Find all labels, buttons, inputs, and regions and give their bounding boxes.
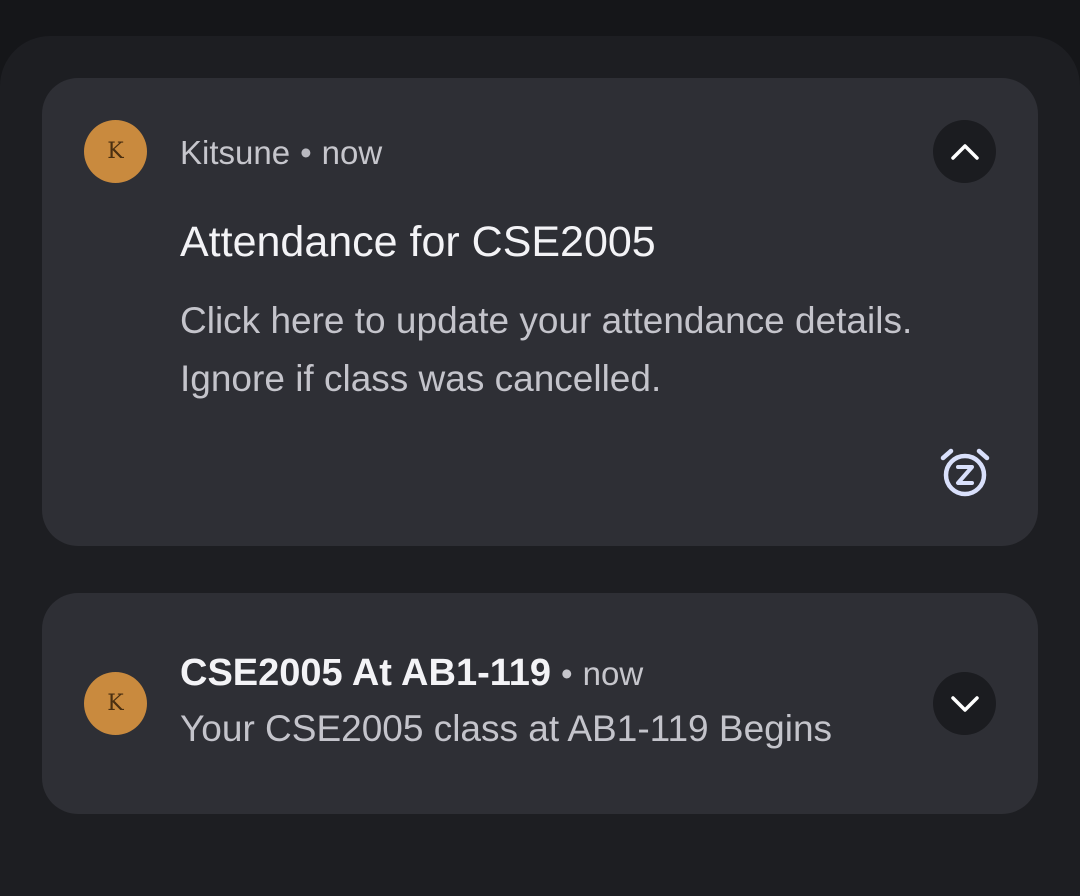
expand-button[interactable] [933,672,996,735]
notification-card-class[interactable]: K CSE2005 At AB1-119 • now Your CSE2005 cl… [42,593,1038,814]
app-avatar: K [84,672,147,735]
notification-header: Kitsune • now [180,134,382,172]
app-avatar-initial: K [107,691,124,716]
notification-preview: Your CSE2005 class at AB1-119 Begins [180,708,833,749]
snooze-alarm-icon [940,448,990,497]
notification-title: CSE2005 At AB1-119 [180,652,552,694]
notification-body: Click here to update your attendance det… [180,292,1000,408]
app-avatar-initial: K [107,139,124,164]
notification-shade: K Kitsune • now Attendance for CSE2005 Cli… [0,36,1080,896]
chevron-down-icon [950,695,979,712]
notification-title: Attendance for CSE2005 [180,218,656,266]
notification-time: now [321,134,383,171]
notification-card-attendance[interactable]: K Kitsune • now Attendance for CSE2005 Cli… [42,78,1038,546]
notification-body-line: Ignore if class was cancelled. [180,358,662,399]
notification-header: CSE2005 At AB1-119 • now [180,652,643,695]
snooze-button[interactable] [935,442,995,502]
app-avatar: K [84,120,147,183]
separator-dot: • [300,134,312,171]
separator-dot: • [561,655,573,692]
chevron-up-icon [950,143,979,160]
app-name: Kitsune [180,134,291,171]
notification-time: now [582,655,644,692]
collapse-button[interactable] [933,120,996,183]
notification-body-line: Click here to update your attendance det… [180,300,913,341]
